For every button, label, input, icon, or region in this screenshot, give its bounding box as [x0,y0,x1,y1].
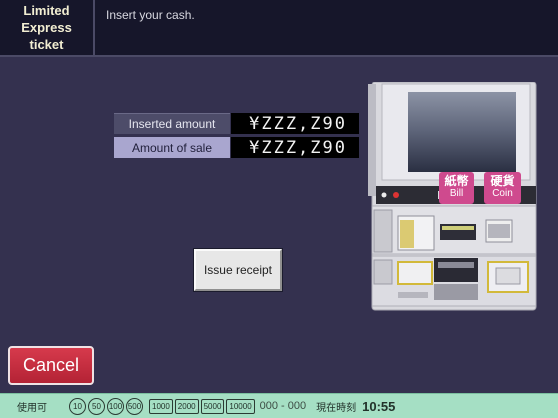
inserted-amount-value: ¥ZZZ,Z90 [231,113,359,134]
coin-100: 100 [107,397,124,415]
bill-10000: 10000 [226,398,255,414]
coin-slot-badge[interactable]: 硬貨 Coin [484,172,521,204]
instruction-message: Insert your cash. [106,8,195,22]
current-time-label: 現在時刻 [316,402,357,414]
bill-5000: 5000 [200,398,225,414]
inserted-amount-label: Inserted amount [114,113,230,134]
bill-1000: 1000 [149,398,173,414]
bill-label-jp: 紙幣 [444,174,469,188]
instruction-panel: Insert your cash. [95,0,558,57]
sale-amount-value: ¥ZZZ,Z90 [231,137,359,158]
current-time: 10:55 [362,398,396,414]
coin-label-en: Coin [492,188,513,199]
issue-receipt-button[interactable]: Issue receipt [193,248,283,292]
usable-label: 使用可 [17,402,47,414]
sale-amount-label: Amount of sale [114,137,230,158]
bill-label-en: Bill [449,188,464,199]
status-bar: 使用可 10 50 100 500 1000 2000 5000 10000 0… [0,393,558,418]
bill-slot-badge[interactable]: 紙幣 Bill [439,172,474,204]
bill-range: 000 - 000 [259,400,307,412]
screen-title-panel: Limited Express ticket [0,0,95,57]
coin-500: 500 [126,397,143,415]
screen-title: Limited Express ticket [21,3,72,52]
coin-50: 50 [88,397,105,415]
bill-2000: 2000 [174,398,199,414]
cancel-button[interactable]: Cancel [8,346,94,385]
coin-10: 10 [69,397,86,415]
coin-label-jp: 硬貨 [490,174,515,188]
